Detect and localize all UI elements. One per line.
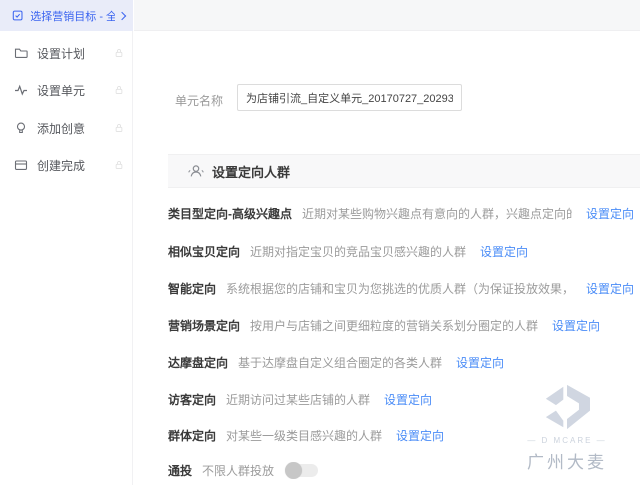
sidebar-item-create-complete[interactable]: 创建完成 [0,150,133,180]
targeting-row-smart: 智能定向 系统根据您的店铺和宝贝为您挑选的优质人群（为保证投放效果，建议持续投放… [168,280,634,297]
targeting-name: 类目型定向-高级兴趣点 [168,205,292,222]
set-targeting-link[interactable]: 设置定向 [384,391,432,408]
set-targeting-link[interactable]: 设置定向 [552,317,600,334]
sidebar-item-add-creative[interactable]: 添加创意 [0,113,133,143]
targeting-desc: 按用户与店铺之间更细粒度的营销关系划分圈定的人群 [250,317,538,334]
targeting-row-category: 类目型定向-高级兴趣点 近期对某些购物兴趣点有意向的人群，兴趣点定向的升级版。 … [168,205,634,222]
lock-icon [114,123,124,134]
targeting-row-group: 群体定向 对某些一级类目感兴趣的人群 设置定向 [168,427,634,444]
targeting-name: 相似宝贝定向 [168,243,240,260]
targeting-row-damopan: 达摩盘定向 基于达摩盘自定义组合圈定的各类人群 设置定向 [168,354,634,371]
sidebar-item-marketing-goal[interactable]: 选择营销目标 - 全店 [0,0,133,31]
targeting-desc: 对某些一级类目感兴趣的人群 [226,427,382,444]
main-top-strip [134,0,640,31]
sidebar-item-set-plan[interactable]: 设置计划 [0,38,133,68]
section-header-targeting: 设置定向人群 [168,154,640,188]
sidebar-item-label: 选择营销目标 - 全店 [30,8,115,24]
targeting-desc: 近期访问过某些店铺的人群 [226,391,370,408]
targeting-name: 群体定向 [168,427,216,444]
targeting-row-broadcast: 通投 不限人群投放 [168,462,634,479]
unit-name-input[interactable] [237,84,462,111]
unit-name-label: 单元名称 [175,92,223,109]
set-targeting-link[interactable]: 设置定向 [480,243,528,260]
targeting-name: 达摩盘定向 [168,354,228,371]
sidebar-item-label: 添加创意 [37,120,85,137]
targeting-desc: 基于达摩盘自定义组合圈定的各类人群 [238,354,442,371]
folder-icon [14,46,28,60]
campaign-setup-page: 选择营销目标 - 全店 设置计划 设置单元 [0,0,640,485]
targeting-name: 智能定向 [168,280,216,297]
set-targeting-link[interactable]: 设置定向 [586,205,634,222]
chevron-right-icon [118,11,126,19]
sidebar-item-label: 设置计划 [37,45,85,62]
goal-icon [12,9,23,22]
targeting-row-similar-items: 相似宝贝定向 近期对指定宝贝的竞品宝贝感兴趣的人群 设置定向 [168,243,634,260]
set-targeting-link[interactable]: 设置定向 [396,427,444,444]
targeting-desc: 近期对某些购物兴趣点有意向的人群，兴趣点定向的升级版。 [302,205,572,222]
set-targeting-link[interactable]: 设置定向 [456,354,504,371]
targeting-name: 通投 [168,462,192,479]
targeting-row-marketing-scene: 营销场景定向 按用户与店铺之间更细粒度的营销关系划分圈定的人群 设置定向 [168,317,634,334]
lock-icon [114,85,124,96]
broadcast-toggle[interactable] [286,464,318,477]
targeting-name: 营销场景定向 [168,317,240,334]
people-icon [188,163,204,179]
step-sidebar: 选择营销目标 - 全店 设置计划 设置单元 [0,0,133,485]
sidebar-item-set-unit[interactable]: 设置单元 [0,75,133,105]
targeting-name: 访客定向 [168,391,216,408]
lock-icon [114,160,124,171]
bulb-icon [14,121,28,135]
toggle-knob-icon [285,462,302,479]
sidebar-item-label: 创建完成 [37,157,85,174]
targeting-desc: 不限人群投放 [202,462,274,479]
lock-icon [114,48,124,59]
sidebar-item-label: 设置单元 [37,82,85,99]
card-icon [14,158,28,172]
targeting-desc: 近期对指定宝贝的竞品宝贝感兴趣的人群 [250,243,466,260]
set-targeting-link[interactable]: 设置定向 [586,280,634,297]
section-title: 设置定向人群 [212,162,290,181]
targeting-row-visitor: 访客定向 近期访问过某些店铺的人群 设置定向 [168,391,634,408]
targeting-desc: 系统根据您的店铺和宝贝为您挑选的优质人群（为保证投放效果，建议持续投放2天以上） [226,280,572,297]
pulse-icon [14,83,28,97]
